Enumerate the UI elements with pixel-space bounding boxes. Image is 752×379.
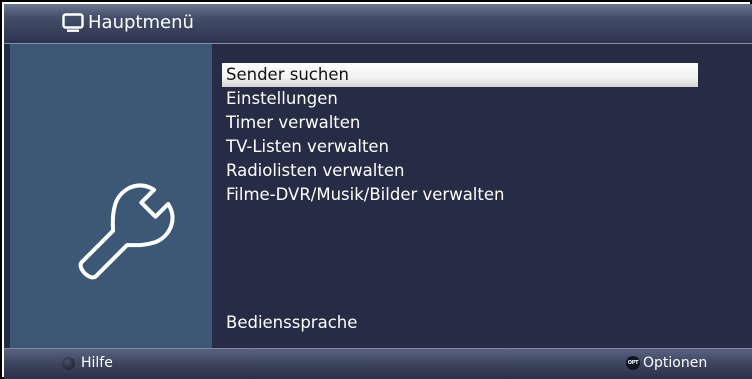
window-frame: Hauptmenü Sender suchen Einstellungen Ti… — [0, 0, 752, 379]
header-bar: Hauptmenü — [4, 4, 752, 43]
opt-button-icon[interactable]: OPT — [626, 356, 640, 370]
help-button-icon[interactable] — [62, 357, 75, 370]
side-panel — [10, 44, 212, 348]
menu-item-tv-listen-verwalten[interactable]: TV-Listen verwalten — [222, 135, 389, 159]
help-label[interactable]: Hilfe — [81, 354, 113, 372]
menu-item-radiolisten-verwalten[interactable]: Radiolisten verwalten — [222, 159, 404, 183]
menu-item-sender-suchen[interactable]: Sender suchen — [222, 63, 698, 87]
options-label[interactable]: Optionen — [643, 354, 707, 372]
tv-icon — [62, 13, 84, 32]
menu-item-einstellungen[interactable]: Einstellungen — [222, 87, 338, 111]
wrench-icon — [78, 183, 175, 280]
page-title: Hauptmenü — [88, 12, 194, 33]
main-menu-screen: Hauptmenü Sender suchen Einstellungen Ti… — [4, 4, 752, 379]
menu-item-filme-dvr-musik-bilder-verwalten[interactable]: Filme-DVR/Musik/Bilder verwalten — [222, 183, 504, 207]
footer-bar: Hilfe OPT Optionen — [4, 348, 752, 379]
footer-divider — [4, 348, 752, 349]
menu-item-bedienssprache[interactable]: Bedienssprache — [222, 311, 357, 335]
menu-item-timer-verwalten[interactable]: Timer verwalten — [222, 111, 360, 135]
